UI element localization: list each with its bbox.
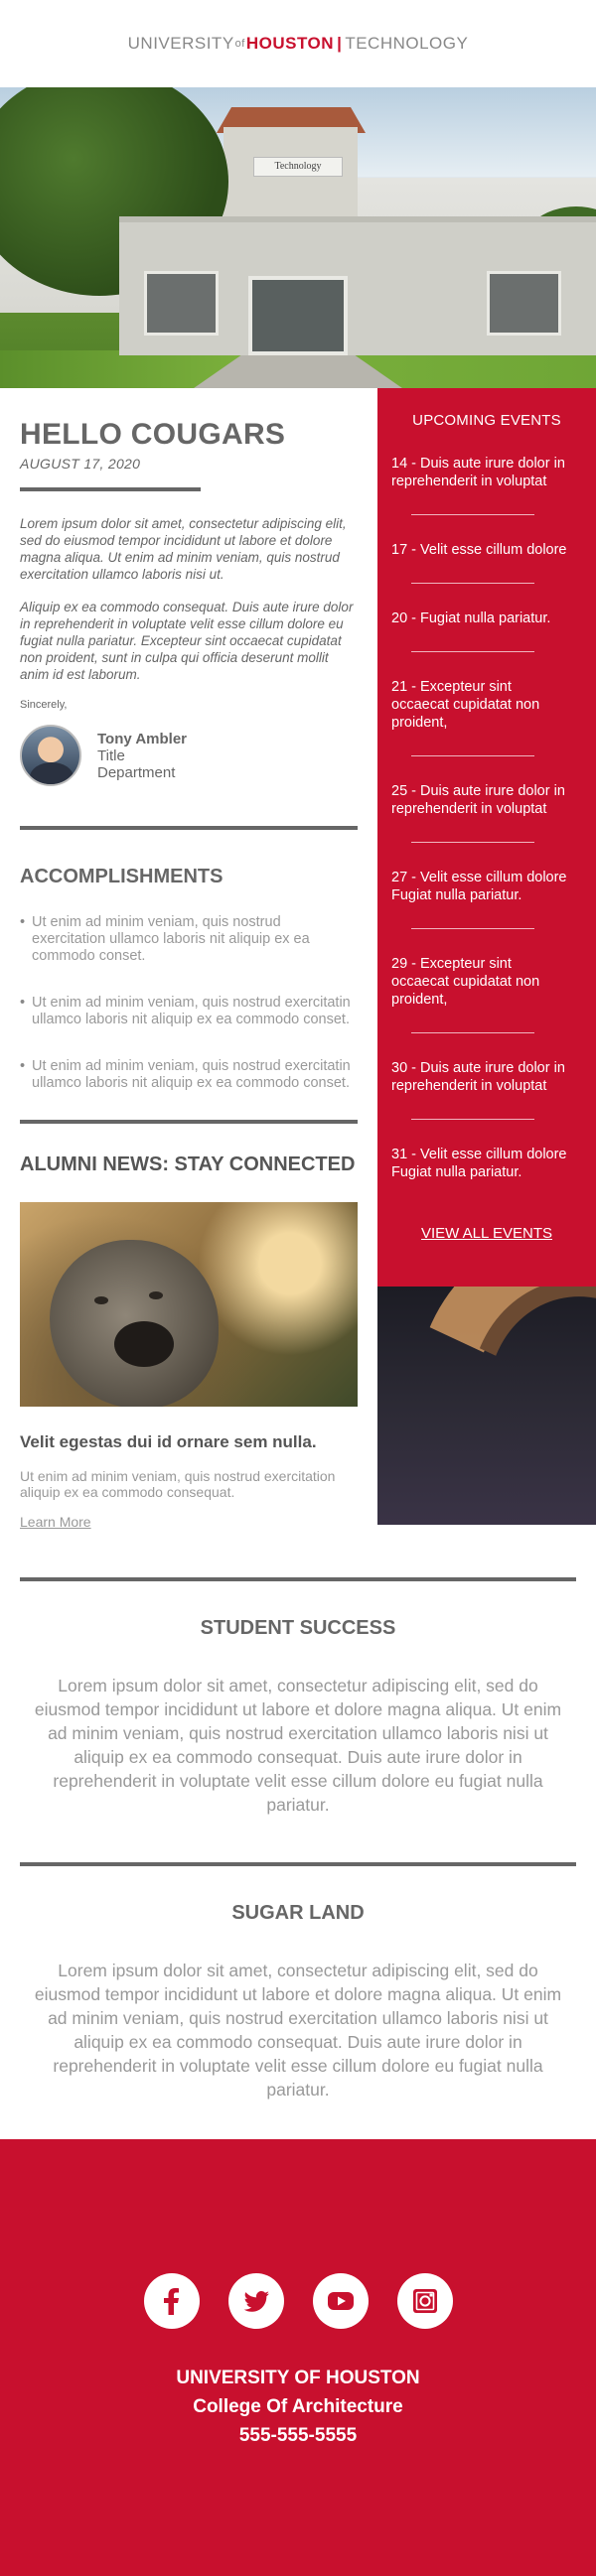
hero-image: Technology bbox=[0, 87, 596, 388]
avatar bbox=[20, 725, 81, 786]
event-divider bbox=[411, 1119, 534, 1120]
signer-title: Title bbox=[97, 746, 125, 764]
event-divider bbox=[411, 1032, 534, 1033]
youtube-icon[interactable] bbox=[312, 2273, 369, 2329]
event-item[interactable]: 29 - Excepteur sint occaecat cupidatat n… bbox=[391, 955, 570, 1009]
page-title: HELLO COUGARS bbox=[20, 418, 286, 451]
building-door bbox=[248, 276, 348, 355]
event-divider bbox=[411, 514, 534, 515]
event-item[interactable]: 25 - Duis aute irure dolor in reprehende… bbox=[391, 782, 570, 818]
section-divider bbox=[20, 1577, 576, 1581]
student-success-heading: STUDENT SUCCESS bbox=[200, 1617, 396, 1639]
event-divider bbox=[411, 583, 534, 584]
title-divider bbox=[20, 487, 201, 491]
section-divider bbox=[20, 1862, 576, 1866]
event-item[interactable]: 31 - Velit esse cillum dolore Fugiat nul… bbox=[391, 1146, 570, 1181]
date: AUGUST 17, 2020 bbox=[20, 456, 141, 472]
instagram-icon[interactable] bbox=[396, 2273, 453, 2329]
events-panel: UPCOMING EVENTS 14 - Duis aute irure dol… bbox=[377, 388, 596, 1287]
story-title: Velit egestas dui id ornare sem nulla. bbox=[20, 1432, 317, 1451]
events-heading: UPCOMING EVENTS bbox=[412, 412, 561, 429]
event-item[interactable]: 20 - Fugiat nulla pariatur. bbox=[391, 610, 570, 627]
accomplishments-heading: ACCOMPLISHMENTS bbox=[20, 866, 224, 887]
event-divider bbox=[411, 755, 534, 756]
sugar-land-heading: SUGAR LAND bbox=[231, 1902, 365, 1924]
section-divider bbox=[20, 826, 358, 830]
event-item[interactable]: 21 - Excepteur sint occaecat cupidatat n… bbox=[391, 678, 570, 732]
university-logo[interactable]: UNIVERSITY of HOUSTON | TECHNOLOGY bbox=[128, 34, 469, 54]
building-sign: Technology bbox=[253, 157, 343, 177]
signer-name: Tony Ambler bbox=[97, 730, 188, 747]
intro-paragraph: Aliquip ex ea commodo consequat. Duis au… bbox=[20, 600, 354, 682]
story-text: Ut enim ad minim veniam, quis nostrud ex… bbox=[20, 1468, 336, 1500]
event-item[interactable]: 27 - Velit esse cillum dolore Fugiat nul… bbox=[391, 869, 570, 904]
twitter-icon[interactable] bbox=[227, 2273, 284, 2329]
event-item[interactable]: 14 - Duis aute irure dolor in reprehende… bbox=[391, 455, 570, 490]
facebook-icon[interactable] bbox=[143, 2273, 200, 2329]
footer-phone[interactable]: 555-555-5555 bbox=[0, 2425, 596, 2447]
sincerely: Sincerely, bbox=[20, 699, 68, 711]
learn-more-link[interactable]: Learn More bbox=[20, 1514, 91, 1530]
intro-paragraph: Lorem ipsum dolor sit amet, consectetur … bbox=[20, 516, 347, 582]
event-item[interactable]: 17 - Velit esse cillum dolore bbox=[391, 541, 570, 559]
tire-image bbox=[377, 1287, 596, 1525]
student-success-text: Lorem ipsum dolor sit amet, consectetur … bbox=[34, 1676, 562, 1815]
accomplishments-list: • Ut enim ad minim veniam, quis nostrud e… bbox=[20, 914, 358, 1092]
signer-department: Department bbox=[97, 763, 176, 781]
sidebar: UPCOMING EVENTS 14 - Duis aute irure dol… bbox=[377, 388, 596, 1532]
event-item[interactable]: 30 - Duis aute irure dolor in reprehende… bbox=[391, 1059, 570, 1095]
sugar-land-text: Lorem ipsum dolor sit amet, consectetur … bbox=[34, 1961, 562, 2100]
signature: Tony Ambler Title Department bbox=[20, 725, 358, 786]
social-links bbox=[0, 2273, 596, 2329]
event-divider bbox=[411, 928, 534, 929]
section-divider bbox=[20, 1120, 358, 1124]
list-item: • Ut enim ad minim veniam, quis nostrud e… bbox=[20, 1058, 351, 1091]
header: UNIVERSITY of HOUSTON | TECHNOLOGY bbox=[0, 0, 596, 87]
cougar-statue-image bbox=[20, 1202, 358, 1407]
footer-university: UNIVERSITY OF HOUSTON bbox=[176, 2368, 420, 2388]
main-column: HELLO COUGARS AUGUST 17, 2020 Lorem ipsu… bbox=[0, 388, 377, 1532]
alumni-heading: ALUMNI NEWS: STAY CONNECTED bbox=[20, 1153, 356, 1175]
event-divider bbox=[411, 842, 534, 843]
view-all-events-link[interactable]: VIEW ALL EVENTS bbox=[391, 1225, 570, 1242]
list-item: • Ut enim ad minim veniam, quis nostrud e… bbox=[20, 914, 310, 964]
list-item: • Ut enim ad minim veniam, quis nostrud e… bbox=[20, 995, 351, 1027]
event-divider bbox=[411, 651, 534, 652]
footer: UNIVERSITY OF HOUSTON College Of Archite… bbox=[0, 2139, 596, 2576]
footer-college: College Of Architecture bbox=[193, 2396, 403, 2417]
